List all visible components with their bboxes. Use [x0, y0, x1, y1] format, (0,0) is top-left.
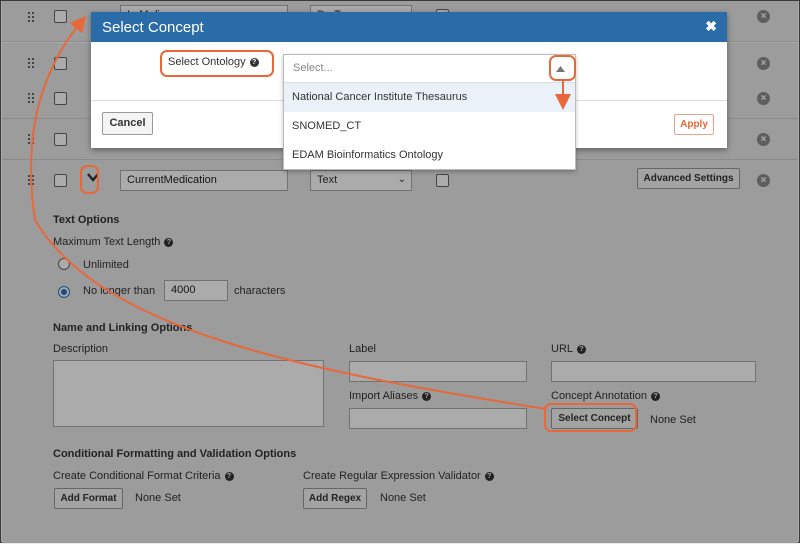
annotation-arrows [30, 15, 571, 410]
arrow-curve [30, 15, 547, 410]
